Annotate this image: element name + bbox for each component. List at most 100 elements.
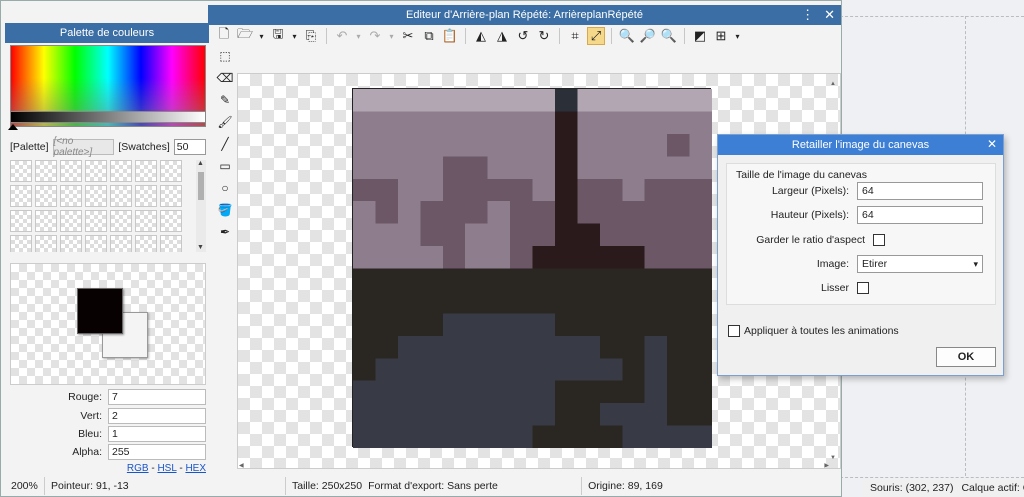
background-toggle-icon[interactable]: ◩ [691, 27, 709, 45]
image-mode-select[interactable]: Etirer ▾ [857, 255, 983, 273]
brush-tool-icon[interactable]: 🖌 [216, 113, 234, 131]
scroll-thumb[interactable] [198, 172, 204, 200]
palette-swatch[interactable] [35, 235, 57, 252]
rotate-cw-icon[interactable]: ↻ [535, 27, 553, 45]
pixel [353, 290, 376, 314]
rgb-link[interactable]: RGB [127, 463, 149, 474]
palette-select[interactable]: [<no palette>] [52, 136, 115, 158]
primary-color-swatch[interactable] [77, 288, 123, 334]
apply-all-checkbox[interactable] [728, 325, 740, 337]
grid-icon[interactable]: ⊞ [712, 27, 730, 45]
green-input[interactable]: 2 [108, 408, 206, 424]
flip-vertical-icon[interactable]: ◮ [493, 27, 511, 45]
palette-swatch[interactable] [85, 210, 107, 232]
open-folder-icon[interactable]: 🗁 [236, 26, 254, 45]
palette-swatch[interactable] [135, 235, 157, 252]
red-input[interactable]: 7 [108, 389, 206, 405]
palette-swatch[interactable] [60, 235, 82, 252]
redo-icon[interactable]: ↷ [366, 27, 384, 45]
close-icon[interactable]: ✕ [987, 137, 997, 151]
flip-horizontal-icon[interactable]: ◭ [472, 27, 490, 45]
palette-swatch[interactable] [35, 160, 57, 182]
zoom-out-icon[interactable]: 🔎 [639, 27, 657, 45]
palette-swatch[interactable] [60, 160, 82, 182]
palette-swatch[interactable] [10, 235, 32, 252]
hsl-link[interactable]: HSL [157, 463, 176, 474]
fill-tool-icon[interactable]: 🪣 [216, 201, 234, 219]
menu-icon[interactable]: ⋮ [801, 7, 814, 23]
scroll-down-icon[interactable]: ▼ [830, 455, 836, 461]
smooth-checkbox[interactable] [857, 282, 869, 294]
chevron-down-icon[interactable]: ▾ [733, 27, 742, 45]
paste-icon[interactable]: 📋 [441, 27, 459, 45]
swatch-count-input[interactable]: 50 [173, 139, 206, 155]
palette-swatch[interactable] [10, 160, 32, 182]
palette-swatch[interactable] [110, 210, 132, 232]
new-file-icon[interactable]: 🗋 [215, 26, 233, 45]
palette-swatch[interactable] [135, 210, 157, 232]
scroll-down-icon[interactable]: ▼ [197, 244, 204, 251]
ok-button[interactable]: OK [936, 347, 996, 367]
eraser-tool-icon[interactable]: ⌫ [216, 69, 234, 87]
swatches-button[interactable]: [Swatches] [118, 141, 169, 153]
pixel [532, 111, 555, 134]
rotate-ccw-icon[interactable]: ↺ [514, 27, 532, 45]
pixel-art-canvas[interactable] [352, 88, 712, 448]
horizontal-scrollbar[interactable]: ◀ ▶ [239, 462, 829, 470]
height-input[interactable]: 64 [857, 206, 983, 224]
pixel [353, 246, 376, 269]
crop-icon[interactable]: ⌗ [566, 27, 584, 45]
palette-swatch[interactable] [110, 185, 132, 207]
palette-swatch[interactable] [85, 185, 107, 207]
chevron-down-icon[interactable]: ▾ [387, 27, 396, 45]
palette-swatch[interactable] [60, 210, 82, 232]
pencil-tool-icon[interactable]: ✎ [216, 91, 234, 109]
palette-swatch[interactable] [35, 210, 57, 232]
width-input[interactable]: 64 [857, 182, 983, 200]
chevron-down-icon[interactable]: ▾ [354, 27, 363, 45]
aspect-ratio-checkbox[interactable] [873, 234, 885, 246]
palette-swatch[interactable] [35, 185, 57, 207]
swatch-scrollbar[interactable]: ▲ ▼ [196, 160, 206, 252]
resize-canvas-icon[interactable]: ⤢ [587, 27, 605, 45]
rectangle-tool-icon[interactable]: ▭ [216, 157, 234, 175]
scroll-right-icon[interactable]: ▶ [824, 462, 829, 469]
palette-swatch[interactable] [160, 185, 182, 207]
save-icon[interactable]: 🖫 [269, 26, 287, 45]
palette-swatch[interactable] [160, 235, 182, 252]
blue-input[interactable]: 1 [108, 426, 206, 442]
scroll-up-icon[interactable]: ▲ [197, 160, 204, 167]
copy-icon[interactable]: ⧉ [420, 27, 438, 45]
palette-swatch[interactable] [135, 160, 157, 182]
palette-swatch[interactable] [85, 235, 107, 252]
brightness-marker[interactable] [8, 124, 18, 130]
line-tool-icon[interactable]: ╱ [216, 135, 234, 153]
palette-swatch[interactable] [60, 185, 82, 207]
hex-link[interactable]: HEX [185, 463, 206, 474]
close-icon[interactable]: ✕ [824, 7, 835, 23]
cut-icon[interactable]: ✂ [399, 27, 417, 45]
scroll-left-icon[interactable]: ◀ [239, 462, 244, 469]
zoom-fit-icon[interactable]: 🔍 [660, 27, 678, 45]
alpha-input[interactable]: 255 [108, 444, 206, 460]
zoom-in-icon[interactable]: 🔍 [618, 27, 636, 45]
select-tool-icon[interactable]: ⬚ [216, 47, 234, 65]
export-icon[interactable]: ⎘ [302, 27, 320, 45]
ellipse-tool-icon[interactable]: ○ [216, 179, 234, 197]
chevron-down-icon[interactable]: ▾ [257, 27, 266, 45]
chevron-down-icon[interactable]: ▾ [290, 27, 299, 45]
palette-swatch[interactable] [110, 160, 132, 182]
palette-swatch[interactable] [160, 160, 182, 182]
palette-swatch[interactable] [135, 185, 157, 207]
palette-swatch[interactable] [160, 210, 182, 232]
color-picker-tool-icon[interactable]: ✒ [216, 223, 234, 241]
palette-button[interactable]: [Palette] [10, 141, 49, 153]
palette-swatch[interactable] [10, 185, 32, 207]
palette-swatch[interactable] [85, 160, 107, 182]
pixel [442, 313, 466, 336]
scroll-up-icon[interactable]: ▲ [830, 81, 836, 87]
palette-swatch[interactable] [110, 235, 132, 252]
undo-icon[interactable]: ↶ [333, 27, 351, 45]
palette-swatch[interactable] [10, 210, 32, 232]
brightness-bar[interactable] [10, 111, 206, 123]
